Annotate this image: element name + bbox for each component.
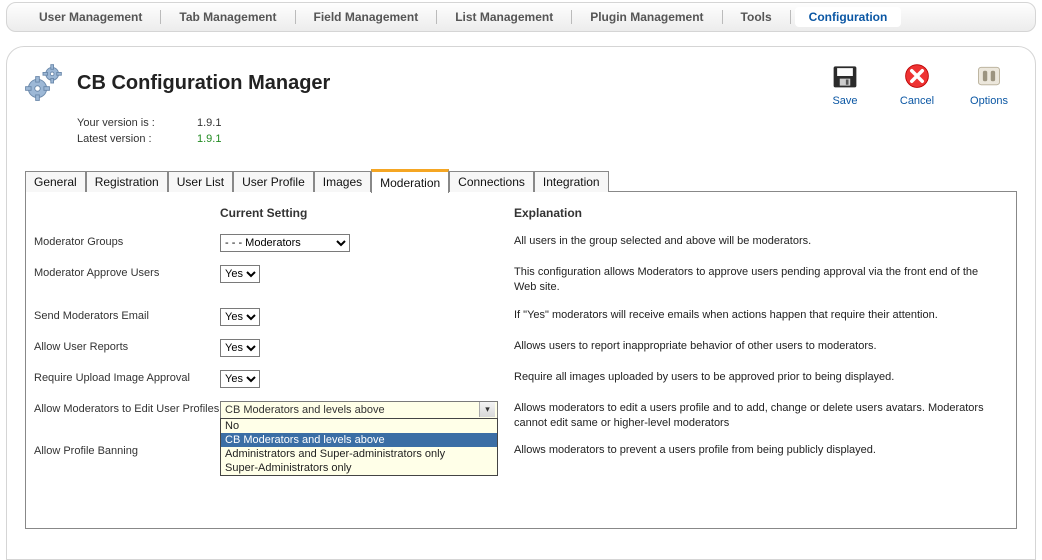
option-admins[interactable]: Administrators and Super-administrators … xyxy=(221,447,497,461)
version-latest-value: 1.9.1 xyxy=(197,133,257,145)
main-panel: CB Configuration Manager Save xyxy=(6,46,1036,560)
nav-separator xyxy=(722,10,723,24)
nav-link[interactable]: Field Management xyxy=(300,7,433,27)
row-moderator-approve: Moderator Approve Users Yes This configu… xyxy=(34,265,998,295)
row-require-upload: Require Upload Image Approval Yes Requir… xyxy=(34,370,998,388)
nav-configuration[interactable]: Configuration xyxy=(795,7,902,27)
expl-allow-edit: Allows moderators to edit a users profil… xyxy=(514,401,998,431)
nav-tools[interactable]: Tools xyxy=(727,7,786,27)
nav-link[interactable]: User Management xyxy=(25,7,156,27)
version-your-label: Your version is : xyxy=(77,117,197,129)
options-icon xyxy=(974,61,1004,91)
tab-integration[interactable]: Integration xyxy=(534,171,609,192)
expl-allow-reports: Allows users to report inappropriate beh… xyxy=(514,339,998,354)
version-latest-label: Latest version : xyxy=(77,133,197,145)
options-label: Options xyxy=(970,95,1008,107)
expl-send-email: If "Yes" moderators will receive emails … xyxy=(514,308,998,323)
label-moderator-approve: Moderator Approve Users xyxy=(34,265,220,279)
version-block: Your version is : 1.9.1 Latest version :… xyxy=(77,117,1021,145)
row-allow-reports: Allow User Reports Yes Allows users to r… xyxy=(34,339,998,357)
topnav-list: User Management Tab Management Field Man… xyxy=(15,7,1027,27)
expl-allow-ban: Allows moderators to prevent a users pro… xyxy=(514,443,998,458)
col-spacer xyxy=(34,206,220,220)
label-moderator-groups: Moderator Groups xyxy=(34,234,220,248)
chevron-down-icon[interactable]: ▾ xyxy=(479,402,495,417)
nav-user-management[interactable]: User Management xyxy=(25,7,156,27)
select-send-email[interactable]: Yes xyxy=(220,308,260,326)
nav-link[interactable]: Plugin Management xyxy=(576,7,717,27)
action-bar: Save Cancel xyxy=(821,61,1021,107)
nav-list-management[interactable]: List Management xyxy=(441,7,567,27)
tab-user-list[interactable]: User List xyxy=(168,171,233,192)
option-no[interactable]: No xyxy=(221,419,497,433)
top-navigation: User Management Tab Management Field Man… xyxy=(6,2,1036,32)
expl-moderator-groups: All users in the group selected and abov… xyxy=(514,234,998,249)
option-super-admins[interactable]: Super-Administrators only xyxy=(221,461,497,475)
control-moderator-groups: - - - Moderators xyxy=(220,234,514,252)
cancel-label: Cancel xyxy=(900,95,934,107)
tab-connections[interactable]: Connections xyxy=(449,171,534,192)
expl-require-upload: Require all images uploaded by users to … xyxy=(514,370,998,385)
label-allow-reports: Allow User Reports xyxy=(34,339,220,353)
tab-moderation[interactable]: Moderation xyxy=(371,169,449,193)
control-send-email: Yes xyxy=(220,308,514,326)
col-setting: Current Setting xyxy=(220,206,514,220)
nav-separator xyxy=(790,10,791,24)
floppy-icon xyxy=(830,61,860,91)
nav-separator xyxy=(571,10,572,24)
nav-tab-management[interactable]: Tab Management xyxy=(165,7,290,27)
nav-field-management[interactable]: Field Management xyxy=(300,7,433,27)
row-allow-edit: Allow Moderators to Edit User Profiles C… xyxy=(34,401,998,431)
row-allow-ban: Allow Profile Banning Allows moderators … xyxy=(34,443,998,458)
nav-link[interactable]: Tools xyxy=(727,7,786,27)
select-require-upload[interactable]: Yes xyxy=(220,370,260,388)
version-latest: Latest version : 1.9.1 xyxy=(77,133,1021,145)
gears-icon xyxy=(21,61,65,105)
tab-user-profile[interactable]: User Profile xyxy=(233,171,314,192)
control-require-upload: Yes xyxy=(220,370,514,388)
select-allow-edit-value: CB Moderators and levels above xyxy=(225,404,385,416)
nav-separator xyxy=(295,10,296,24)
nav-link[interactable]: Tab Management xyxy=(165,7,290,27)
select-moderator-approve[interactable]: Yes xyxy=(220,265,260,283)
version-your: Your version is : 1.9.1 xyxy=(77,117,1021,129)
tab-general[interactable]: General xyxy=(25,171,86,192)
row-moderator-groups: Moderator Groups - - - Moderators All us… xyxy=(34,234,998,252)
expl-moderator-approve: This configuration allows Moderators to … xyxy=(514,265,998,295)
select-allow-edit[interactable]: CB Moderators and levels above ▾ No CB M… xyxy=(220,401,498,419)
select-allow-edit-display[interactable]: CB Moderators and levels above ▾ xyxy=(220,401,498,419)
label-allow-edit: Allow Moderators to Edit User Profiles xyxy=(34,401,220,415)
nav-plugin-management[interactable]: Plugin Management xyxy=(576,7,717,27)
nav-separator xyxy=(436,10,437,24)
page-title: CB Configuration Manager xyxy=(77,72,330,95)
label-allow-ban: Allow Profile Banning xyxy=(34,443,220,457)
tab-strip: General Registration User List User Prof… xyxy=(25,168,1021,192)
select-allow-edit-list: No CB Moderators and levels above Admini… xyxy=(220,418,498,476)
options-button[interactable]: Options xyxy=(965,61,1013,107)
tab-registration[interactable]: Registration xyxy=(86,171,168,192)
nav-link[interactable]: Configuration xyxy=(795,7,902,27)
header-row: CB Configuration Manager Save xyxy=(21,61,1021,107)
label-require-upload: Require Upload Image Approval xyxy=(34,370,220,384)
title-wrap: CB Configuration Manager xyxy=(21,61,821,105)
select-allow-reports[interactable]: Yes xyxy=(220,339,260,357)
cancel-button[interactable]: Cancel xyxy=(893,61,941,107)
col-explanation: Explanation xyxy=(514,206,998,220)
tab-images[interactable]: Images xyxy=(314,171,371,192)
columns-header: Current Setting Explanation xyxy=(34,206,998,220)
nav-separator xyxy=(160,10,161,24)
nav-link[interactable]: List Management xyxy=(441,7,567,27)
control-moderator-approve: Yes xyxy=(220,265,514,283)
cancel-icon xyxy=(902,61,932,91)
row-send-email: Send Moderators Email Yes If "Yes" moder… xyxy=(34,308,998,326)
control-allow-edit: CB Moderators and levels above ▾ No CB M… xyxy=(220,401,514,419)
tab-body: Current Setting Explanation Moderator Gr… xyxy=(25,191,1017,529)
select-moderator-groups[interactable]: - - - Moderators xyxy=(220,234,350,252)
version-your-value: 1.9.1 xyxy=(197,117,257,129)
save-label: Save xyxy=(832,95,857,107)
label-send-email: Send Moderators Email xyxy=(34,308,220,322)
save-button[interactable]: Save xyxy=(821,61,869,107)
option-cb-moderators[interactable]: CB Moderators and levels above xyxy=(221,433,497,447)
control-allow-reports: Yes xyxy=(220,339,514,357)
